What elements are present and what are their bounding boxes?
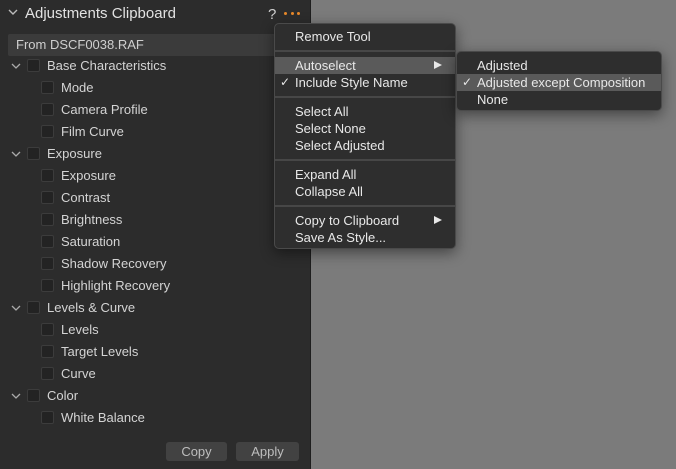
item-label: Highlight Recovery — [61, 278, 171, 293]
group-checkbox[interactable] — [27, 59, 40, 72]
chevron-down-icon[interactable] — [7, 6, 19, 18]
group-label: Base Characteristics — [47, 58, 167, 73]
item-label: Camera Profile — [61, 102, 148, 117]
item-label: Mode — [61, 80, 94, 95]
group-row[interactable]: Base Characteristics — [0, 55, 300, 77]
menu-separator — [275, 205, 455, 207]
group-checkbox[interactable] — [27, 147, 40, 160]
list-item[interactable]: Film Curve — [0, 121, 300, 143]
group-label: Exposure — [47, 146, 102, 161]
chevron-down-icon[interactable] — [11, 61, 21, 71]
checkmark-icon: ✓ — [280, 75, 291, 89]
item-checkbox[interactable] — [41, 169, 54, 182]
help-icon[interactable]: ? — [268, 6, 276, 23]
list-item[interactable]: Highlight Recovery — [0, 275, 300, 297]
menu-item-select-adjusted[interactable]: Select Adjusted — [275, 137, 455, 154]
context-menu: Remove Tool Autoselect ✓ Include Style N… — [274, 23, 456, 249]
menu-item-expand-all[interactable]: Expand All — [275, 166, 455, 183]
item-checkbox[interactable] — [41, 235, 54, 248]
item-checkbox[interactable] — [41, 103, 54, 116]
list-item[interactable]: Curve — [0, 363, 300, 385]
item-label: Levels — [61, 322, 99, 337]
item-checkbox[interactable] — [41, 279, 54, 292]
list-item[interactable]: Shadow Recovery — [0, 253, 300, 275]
item-checkbox[interactable] — [41, 213, 54, 226]
item-label: Curve — [61, 366, 96, 381]
group-row[interactable]: Levels & Curve — [0, 297, 300, 319]
chevron-down-icon[interactable] — [11, 149, 21, 159]
chevron-down-icon[interactable] — [11, 391, 21, 401]
list-item[interactable]: Target Levels — [0, 341, 300, 363]
item-checkbox[interactable] — [41, 257, 54, 270]
item-checkbox[interactable] — [41, 323, 54, 336]
item-label: Target Levels — [61, 344, 139, 359]
panel-header: Adjustments Clipboard ? — [0, 0, 311, 32]
menu-item-save-as-style[interactable]: Save As Style... — [275, 229, 455, 246]
menu-item-select-none[interactable]: Select None — [275, 120, 455, 137]
item-label: Film Curve — [61, 124, 124, 139]
more-options-icon[interactable] — [283, 2, 301, 24]
menu-item-copy-to-clipboard[interactable]: Copy to Clipboard — [275, 212, 455, 229]
item-label: Contrast — [61, 190, 111, 205]
item-label: Brightness — [61, 212, 123, 227]
group-checkbox[interactable] — [27, 389, 40, 402]
group-label: Levels & Curve — [47, 300, 136, 315]
item-checkbox[interactable] — [41, 191, 54, 204]
menu-separator — [275, 50, 455, 52]
menu-item-select-all[interactable]: Select All — [275, 103, 455, 120]
item-label: White Balance — [61, 410, 145, 425]
item-checkbox[interactable] — [41, 81, 54, 94]
list-item[interactable]: Mode — [0, 77, 300, 99]
item-label: Shadow Recovery — [61, 256, 167, 271]
submenu-arrow-icon — [434, 61, 442, 69]
menu-separator — [275, 159, 455, 161]
adjustments-clipboard-panel: Adjustments Clipboard ? From DSCF0038.RA… — [0, 0, 311, 469]
menu-item-remove-tool[interactable]: Remove Tool — [275, 28, 455, 45]
group-checkbox[interactable] — [27, 301, 40, 314]
list-item[interactable]: Levels — [0, 319, 300, 341]
chevron-down-icon[interactable] — [11, 303, 21, 313]
list-item[interactable]: Brightness — [0, 209, 300, 231]
menu-item-autoselect[interactable]: Autoselect — [275, 57, 455, 74]
item-checkbox[interactable] — [41, 125, 54, 138]
checkmark-icon: ✓ — [462, 75, 473, 89]
submenu-item-none[interactable]: None — [457, 91, 661, 108]
menu-item-include-style-name[interactable]: ✓ Include Style Name — [275, 74, 455, 91]
item-checkbox[interactable] — [41, 411, 54, 424]
copy-button[interactable]: Copy — [166, 442, 227, 461]
item-label: Exposure — [61, 168, 116, 183]
submenu-arrow-icon — [434, 216, 442, 224]
list-item[interactable]: Saturation — [0, 231, 300, 253]
menu-separator — [275, 96, 455, 98]
list-item[interactable]: Exposure — [0, 165, 300, 187]
list-item[interactable]: Camera Profile — [0, 99, 300, 121]
submenu-item-adjusted-except-composition[interactable]: ✓ Adjusted except Composition — [457, 74, 661, 91]
source-label: From DSCF0038.RAF — [16, 37, 144, 52]
source-bar: From DSCF0038.RAF — [8, 34, 304, 56]
list-item[interactable]: Contrast — [0, 187, 300, 209]
group-row[interactable]: Exposure — [0, 143, 300, 165]
item-label: Saturation — [61, 234, 121, 249]
item-checkbox[interactable] — [41, 367, 54, 380]
item-checkbox[interactable] — [41, 345, 54, 358]
list-item[interactable]: White Balance — [0, 407, 300, 429]
autoselect-submenu: Adjusted ✓ Adjusted except Composition N… — [456, 51, 662, 111]
panel-title: Adjustments Clipboard — [25, 5, 176, 22]
menu-item-collapse-all[interactable]: Collapse All — [275, 183, 455, 200]
submenu-item-adjusted[interactable]: Adjusted — [457, 57, 661, 74]
apply-button[interactable]: Apply — [236, 442, 299, 461]
group-row[interactable]: Color — [0, 385, 300, 407]
group-label: Color — [47, 388, 79, 403]
